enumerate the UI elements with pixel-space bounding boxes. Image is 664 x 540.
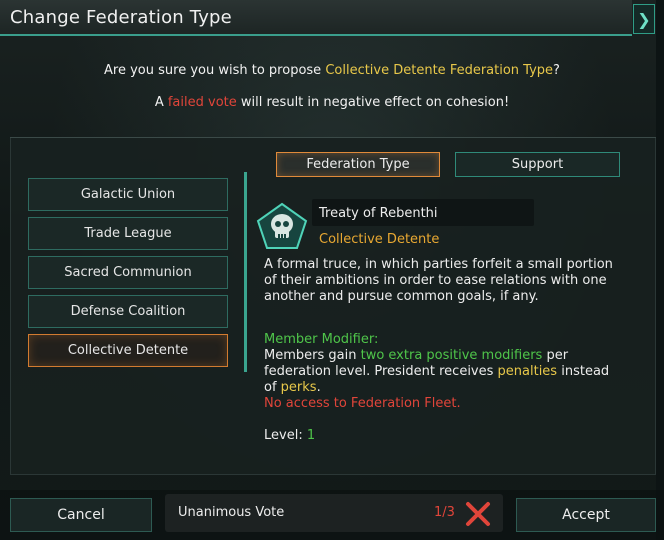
member-modifier-title: Member Modifier: (264, 332, 379, 347)
penalties-highlight: penalties (497, 364, 558, 379)
window-title: Change Federation Type (10, 7, 232, 28)
proposed-type-highlight: Collective Detente Federation Type (325, 63, 554, 78)
member-modifier-text: Members gain two extra positive modifier… (264, 348, 624, 396)
cancel-button[interactable]: Cancel (10, 498, 152, 532)
confirm-question-suffix: ? (553, 63, 560, 78)
chevron-right-icon: ❯ (637, 9, 651, 29)
federation-type-sacred-communion[interactable]: Sacred Communion (28, 256, 228, 289)
vote-type-label: Unanimous Vote (178, 505, 285, 520)
skull-icon (256, 202, 308, 249)
level-value: 1 (306, 428, 316, 443)
positive-modifiers-highlight: two extra positive modifiers (360, 348, 543, 363)
federation-type-collective-detente[interactable]: Collective Detente (28, 334, 228, 367)
modifier-text-4: . (316, 380, 321, 395)
level-label: Level: (264, 428, 307, 443)
vote-count: 1/3 (434, 505, 455, 520)
federation-description: A formal truce, in which parties forfeit… (264, 257, 613, 304)
cohesion-warning: A failed vote will result in negative ef… (0, 95, 664, 110)
detail-scrollbar[interactable] (244, 172, 247, 372)
fleet-restriction: No access to Federation Fleet. (264, 396, 461, 411)
federation-type-name: Collective Detente (319, 232, 440, 247)
federation-type-trade-league[interactable]: Trade League (28, 217, 228, 250)
federation-level: Level: 1 (264, 428, 315, 443)
federation-type-galactic-union[interactable]: Galactic Union (28, 178, 228, 211)
panel-divider (10, 137, 656, 138)
accept-button[interactable]: Accept (516, 498, 656, 532)
right-edge-strip (656, 0, 664, 540)
confirm-question-prefix: Are you sure you wish to propose (104, 63, 326, 78)
tab-support[interactable]: Support (455, 152, 620, 177)
warning-prefix: A (154, 95, 168, 110)
modifier-text-1: Members gain (264, 348, 361, 363)
tab-federation-type[interactable]: Federation Type (276, 152, 440, 177)
failed-vote-highlight: failed vote (167, 95, 237, 110)
title-bar: Change Federation Type (0, 0, 632, 36)
collapse-arrow-button[interactable]: ❯ (633, 4, 655, 34)
confirm-question: Are you sure you wish to propose Collect… (0, 63, 664, 78)
warning-suffix: will result in negative effect on cohesi… (236, 95, 510, 110)
treaty-name: Treaty of Rebenthi (319, 206, 438, 221)
perks-highlight: perks (280, 380, 317, 395)
cross-icon (466, 502, 490, 526)
federation-type-defense-coalition[interactable]: Defense Coalition (28, 295, 228, 328)
